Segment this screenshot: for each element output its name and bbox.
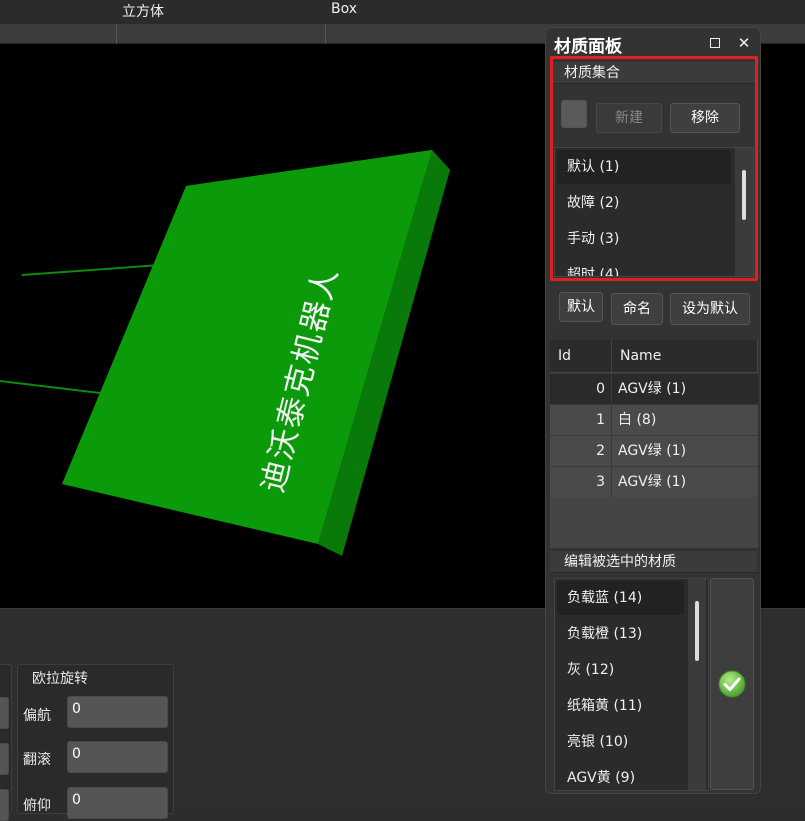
- euler-rotation-title: 欧拉旋转: [32, 671, 88, 687]
- list-item[interactable]: 纸箱黄 (11): [557, 689, 684, 723]
- pitch-input[interactable]: 0: [67, 787, 168, 819]
- column-header-id[interactable]: Id: [550, 340, 612, 372]
- edit-material-list[interactable]: 负载蓝 (14) 负载橙 (13) 灰 (12) 纸箱黄 (11) 亮银 (10…: [554, 578, 709, 791]
- check-icon: [718, 670, 746, 698]
- position-group-edge: [0, 664, 12, 821]
- cell-id: 3: [550, 467, 612, 497]
- column-divider: [325, 24, 326, 44]
- apply-material-button[interactable]: [710, 578, 754, 790]
- cell-name: AGV绿 (1): [618, 381, 687, 397]
- cell-name: 白 (8): [618, 412, 657, 428]
- connector-line: [0, 380, 101, 394]
- column-header-cube: 立方体: [122, 4, 164, 20]
- cell-id: 0: [550, 374, 612, 404]
- set-default-button[interactable]: 设为默认: [670, 293, 750, 325]
- cell-id: 1: [550, 405, 612, 435]
- pitch-label: 俯仰: [23, 798, 51, 814]
- default-button[interactable]: 默认: [559, 292, 603, 322]
- roll-label: 翻滚: [23, 752, 51, 768]
- table-row[interactable]: 0 AGV绿 (1): [550, 373, 758, 404]
- material-table: Id Name 0 AGV绿 (1) 1 白 (8) 2 AGV绿 (1) 3 …: [550, 340, 758, 548]
- column-header-box: Box: [331, 1, 358, 17]
- edit-material-header: 编辑被选中的材质: [550, 551, 757, 573]
- list-item[interactable]: 负载蓝 (14): [557, 581, 684, 615]
- connector-line: [21, 264, 161, 276]
- scrollbar-thumb[interactable]: [695, 601, 699, 661]
- position-input[interactable]: [0, 743, 9, 775]
- restore-icon[interactable]: [706, 34, 724, 52]
- yaw-label: 偏航: [23, 708, 51, 724]
- column-header-name[interactable]: Name: [612, 340, 758, 372]
- cell-name: AGV绿 (1): [618, 474, 687, 490]
- position-input[interactable]: [0, 697, 9, 729]
- list-item[interactable]: 灰 (12): [557, 653, 684, 687]
- list-item[interactable]: AGV黄 (9): [557, 761, 684, 790]
- column-divider: [116, 24, 117, 44]
- close-icon[interactable]: ✕: [735, 34, 753, 52]
- list-item[interactable]: 亮银 (10): [557, 725, 684, 759]
- highlight-frame: [550, 56, 758, 281]
- cell-id: 2: [550, 436, 612, 466]
- table-row[interactable]: 3 AGV绿 (1): [550, 466, 758, 497]
- euler-rotation-group: 欧拉旋转 偏航 0 翻滚 0 俯仰 0: [17, 664, 174, 819]
- rename-button[interactable]: 命名: [611, 293, 663, 325]
- table-row[interactable]: 2 AGV绿 (1): [550, 435, 758, 466]
- material-panel: 材质面板 ✕ 材质集合 新建 移除 默认 (1) 故障 (2) 手动 (3) 超…: [545, 27, 761, 794]
- table-row[interactable]: 1 白 (8): [550, 404, 758, 435]
- cell-name: AGV绿 (1): [618, 443, 687, 459]
- list-item[interactable]: 负载橙 (13): [557, 617, 684, 651]
- position-input[interactable]: [0, 789, 9, 821]
- column-header-bar: 立方体 Box: [0, 0, 805, 24]
- material-panel-title: 材质面板: [554, 37, 622, 57]
- roll-input[interactable]: 0: [67, 741, 168, 773]
- yaw-input[interactable]: 0: [67, 696, 168, 728]
- scrollbar[interactable]: [688, 579, 706, 790]
